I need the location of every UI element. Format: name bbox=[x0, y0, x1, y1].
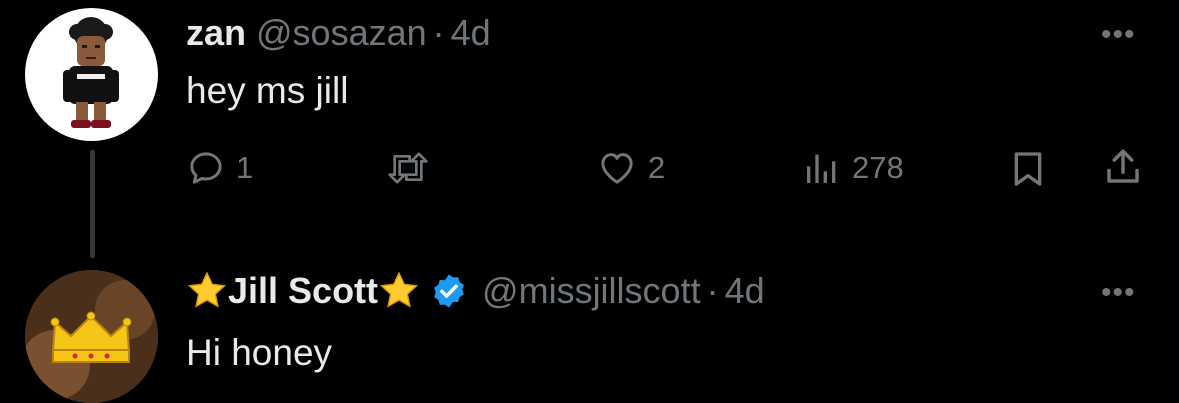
reply-icon bbox=[190, 152, 222, 184]
username-handle[interactable]: @sosazan bbox=[256, 12, 427, 54]
cartoon-avatar-image bbox=[63, 17, 119, 128]
bookmark-button[interactable] bbox=[1008, 148, 1048, 190]
more-options-button[interactable]: ••• bbox=[1101, 278, 1136, 308]
tweet-zan[interactable]: zan @sosazan · 4d ••• hey ms jill 1 2 27… bbox=[0, 0, 1179, 260]
display-name[interactable]: Jill Scott bbox=[228, 270, 378, 312]
share-icon bbox=[1107, 149, 1139, 183]
verified-badge-icon[interactable] bbox=[430, 272, 468, 310]
views-icon bbox=[807, 154, 836, 183]
tweet-jill-scott[interactable]: Jill Scott @missjillscott · 4d ••• Hi ho… bbox=[0, 260, 1179, 403]
separator-dot: · bbox=[706, 270, 719, 311]
tweet-header: Jill Scott @missjillscott · 4d bbox=[186, 270, 765, 312]
star-emoji-left bbox=[187, 271, 227, 308]
like-count: 2 bbox=[648, 150, 666, 185]
display-name[interactable]: zan bbox=[186, 12, 246, 54]
tweet-actions: 1 2 278 bbox=[186, 140, 1146, 196]
views-button[interactable]: 278 bbox=[802, 148, 904, 188]
bookmark-icon bbox=[1014, 152, 1042, 186]
tweet-text: Hi honey bbox=[186, 332, 333, 373]
avatar-jill-scott[interactable] bbox=[25, 270, 158, 403]
timestamp[interactable]: 4d bbox=[725, 270, 765, 312]
crown-avatar-image bbox=[25, 270, 158, 403]
timestamp[interactable]: 4d bbox=[451, 12, 491, 54]
reply-count: 1 bbox=[236, 150, 254, 185]
retweet-icon bbox=[388, 152, 428, 184]
heart-icon bbox=[601, 153, 633, 184]
thread-connector-line bbox=[90, 150, 95, 258]
reply-button[interactable]: 1 bbox=[186, 148, 253, 188]
share-button[interactable] bbox=[1102, 146, 1144, 188]
username-handle[interactable]: @missjillscott bbox=[482, 270, 701, 312]
retweet-button[interactable] bbox=[386, 148, 430, 188]
tweet-header: zan @sosazan · 4d bbox=[186, 12, 491, 54]
more-options-button[interactable]: ••• bbox=[1101, 20, 1136, 50]
tweet-text: hey ms jill bbox=[186, 70, 349, 111]
avatar-zan[interactable] bbox=[25, 8, 158, 141]
separator-dot: · bbox=[432, 12, 445, 53]
views-count: 278 bbox=[852, 150, 904, 185]
like-button[interactable]: 2 bbox=[596, 148, 665, 188]
star-emoji-right bbox=[379, 271, 419, 308]
